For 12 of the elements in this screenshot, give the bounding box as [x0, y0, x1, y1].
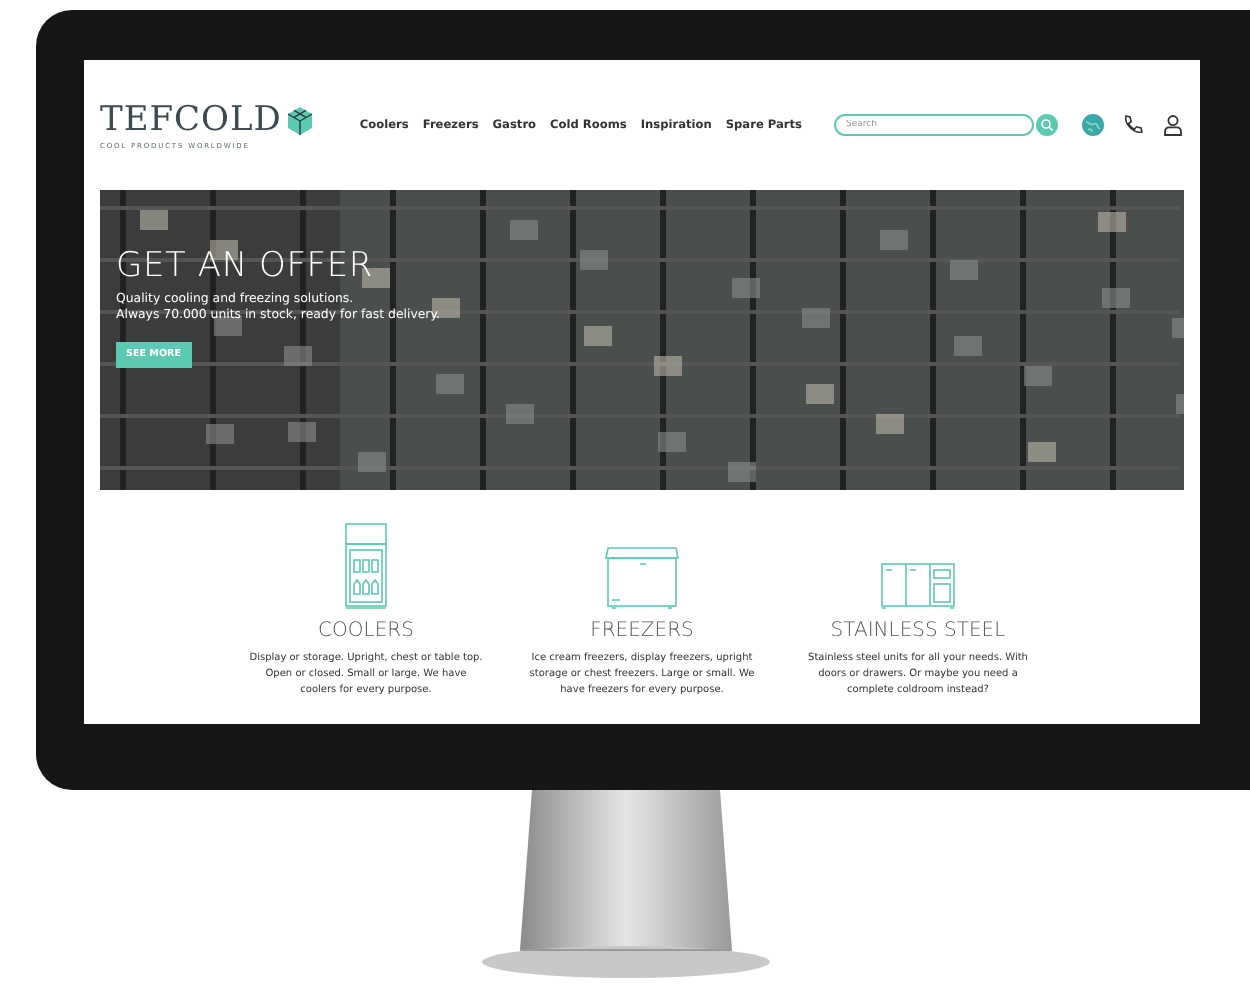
user-icon[interactable]: [1162, 114, 1184, 136]
category-title[interactable]: STAINLESS STEEL: [830, 620, 1006, 642]
cube-logo-icon: [285, 105, 314, 135]
hero-title: GET AN OFFER: [116, 246, 374, 286]
display-cooler-icon: [344, 522, 388, 610]
category-title[interactable]: COOLERS: [318, 620, 414, 642]
category-title[interactable]: FREEZERS: [590, 620, 694, 642]
phone-icon[interactable]: [1122, 114, 1144, 136]
logo-wordmark[interactable]: TEFCOLD: [100, 100, 282, 140]
counter-fridge-icon: [880, 562, 956, 610]
globe-icon[interactable]: [1082, 114, 1104, 136]
chest-freezer-icon: [604, 546, 680, 610]
